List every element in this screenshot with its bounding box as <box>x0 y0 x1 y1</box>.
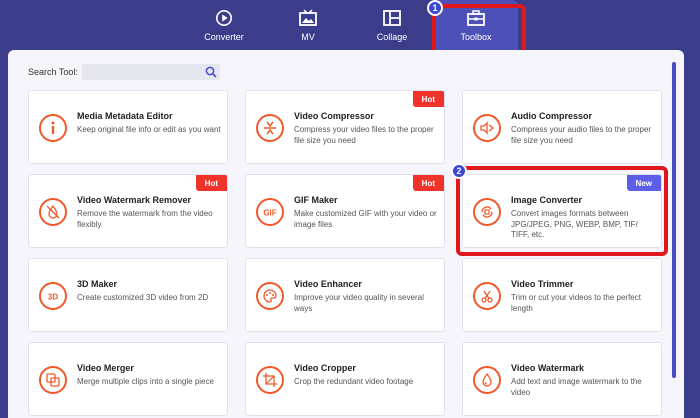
image-convert-icon <box>473 198 501 226</box>
tool-card-video-enhancer[interactable]: Video Enhancer Improve your video qualit… <box>245 258 445 332</box>
tool-title: Media Metadata Editor <box>77 111 173 121</box>
tool-card-video-compressor[interactable]: Hot Video Compressor Compress your video… <box>245 90 445 164</box>
svg-text:GIF: GIF <box>263 209 276 218</box>
tool-title: Video Merger <box>77 363 134 373</box>
crop-icon <box>256 366 284 394</box>
info-icon <box>39 114 67 142</box>
tool-card-video-merger[interactable]: Video Merger Merge multiple clips into a… <box>28 342 228 416</box>
tool-description: Trim or cut your videos to the perfect l… <box>511 293 641 313</box>
collage-icon <box>383 9 401 26</box>
scrollbar[interactable] <box>672 62 676 378</box>
annotation-number-badge: 2 <box>451 163 467 179</box>
mv-icon <box>299 8 317 26</box>
toolbox-icon <box>467 9 485 26</box>
tool-description: Add text and image watermark to the vide… <box>511 377 642 397</box>
tool-title: Image Converter <box>511 195 583 205</box>
tool-card-video-watermark-remover[interactable]: Hot Video Watermark Remover Remove the w… <box>28 174 228 248</box>
tool-description: Make customized GIF with your video or i… <box>294 209 437 229</box>
tool-description: Create customized 3D video from 2D <box>77 293 209 302</box>
tool-description: Convert images formats between JPG/JPEG,… <box>511 209 638 239</box>
tool-description: Compress your video files to the proper … <box>294 125 434 145</box>
tool-title: Video Compressor <box>294 111 374 121</box>
tool-description: Keep original file info or edit as you w… <box>77 125 221 134</box>
top-navigation: Converter MV Collage Toolbox <box>0 0 700 50</box>
tool-description: Improve your video quality in several wa… <box>294 293 424 313</box>
tool-title: 3D Maker <box>77 279 118 289</box>
search-box[interactable] <box>81 64 220 82</box>
search-row: Search Tool: <box>28 64 220 82</box>
tool-title: GIF Maker <box>294 195 338 205</box>
svg-text:3D: 3D <box>48 293 58 302</box>
new-badge: New <box>626 175 661 191</box>
tool-title: Video Cropper <box>294 363 356 373</box>
tool-card-media-metadata-editor[interactable]: Media Metadata Editor Keep original file… <box>28 90 228 164</box>
gif-icon: GIF <box>256 198 284 226</box>
tool-card-audio-compressor[interactable]: Audio Compressor Compress your audio fil… <box>462 90 662 164</box>
audio-compress-icon <box>473 114 501 142</box>
converter-icon <box>215 9 233 26</box>
tool-title: Video Enhancer <box>294 279 362 289</box>
tab-label: Converter <box>204 31 244 42</box>
tool-title: Audio Compressor <box>511 111 593 121</box>
hot-badge: Hot <box>412 91 444 107</box>
search-icon[interactable] <box>205 66 217 78</box>
merge-icon <box>39 366 67 394</box>
scissors-icon <box>473 282 501 310</box>
tool-card-video-trimmer[interactable]: Video Trimmer Trim or cut your videos to… <box>462 258 662 332</box>
3d-icon: 3D <box>39 282 67 310</box>
tool-title: Video Watermark <box>511 363 585 373</box>
search-input[interactable] <box>81 66 200 82</box>
tool-description: Compress your audio files to the proper … <box>511 125 652 145</box>
tab-label: Toolbox <box>460 31 492 42</box>
tool-title: Video Watermark Remover <box>77 195 192 205</box>
watermark-remove-icon <box>39 198 67 226</box>
tool-card-image-converter[interactable]: New Image Converter Convert images forma… <box>462 174 662 248</box>
tab-label: MV <box>301 31 315 42</box>
tool-description: Merge multiple clips into a single piece <box>77 377 214 386</box>
tool-card-video-watermark[interactable]: Video Watermark Add text and image water… <box>462 342 662 416</box>
tool-description: Crop the redundant video footage <box>294 377 414 386</box>
tab-toolbox[interactable]: Toolbox <box>434 0 518 50</box>
tool-title: Video Trimmer <box>511 279 574 289</box>
tool-description: Remove the watermark from the video flex… <box>77 209 213 229</box>
tool-card-video-cropper[interactable]: Video Cropper Crop the redundant video f… <box>245 342 445 416</box>
tool-card-gif-maker[interactable]: Hot GIF GIF Maker Make customized GIF wi… <box>245 174 445 248</box>
tab-label: Collage <box>376 31 408 42</box>
compress-icon <box>256 114 284 142</box>
tab-mv[interactable]: MV <box>266 0 350 50</box>
search-label: Search Tool: <box>28 67 78 77</box>
tab-collage[interactable]: Collage <box>350 0 434 50</box>
watermark-icon <box>473 366 501 394</box>
hot-badge: Hot <box>195 175 227 191</box>
toolbox-panel: Search Tool: Media Metadata Editor Keep … <box>8 50 684 418</box>
palette-icon <box>256 282 284 310</box>
tool-card-3d-maker[interactable]: 3D 3D Maker Create customized 3D video f… <box>28 258 228 332</box>
tab-converter[interactable]: Converter <box>182 0 266 50</box>
hot-badge: Hot <box>412 175 444 191</box>
annotation-number-badge: 1 <box>427 0 443 16</box>
